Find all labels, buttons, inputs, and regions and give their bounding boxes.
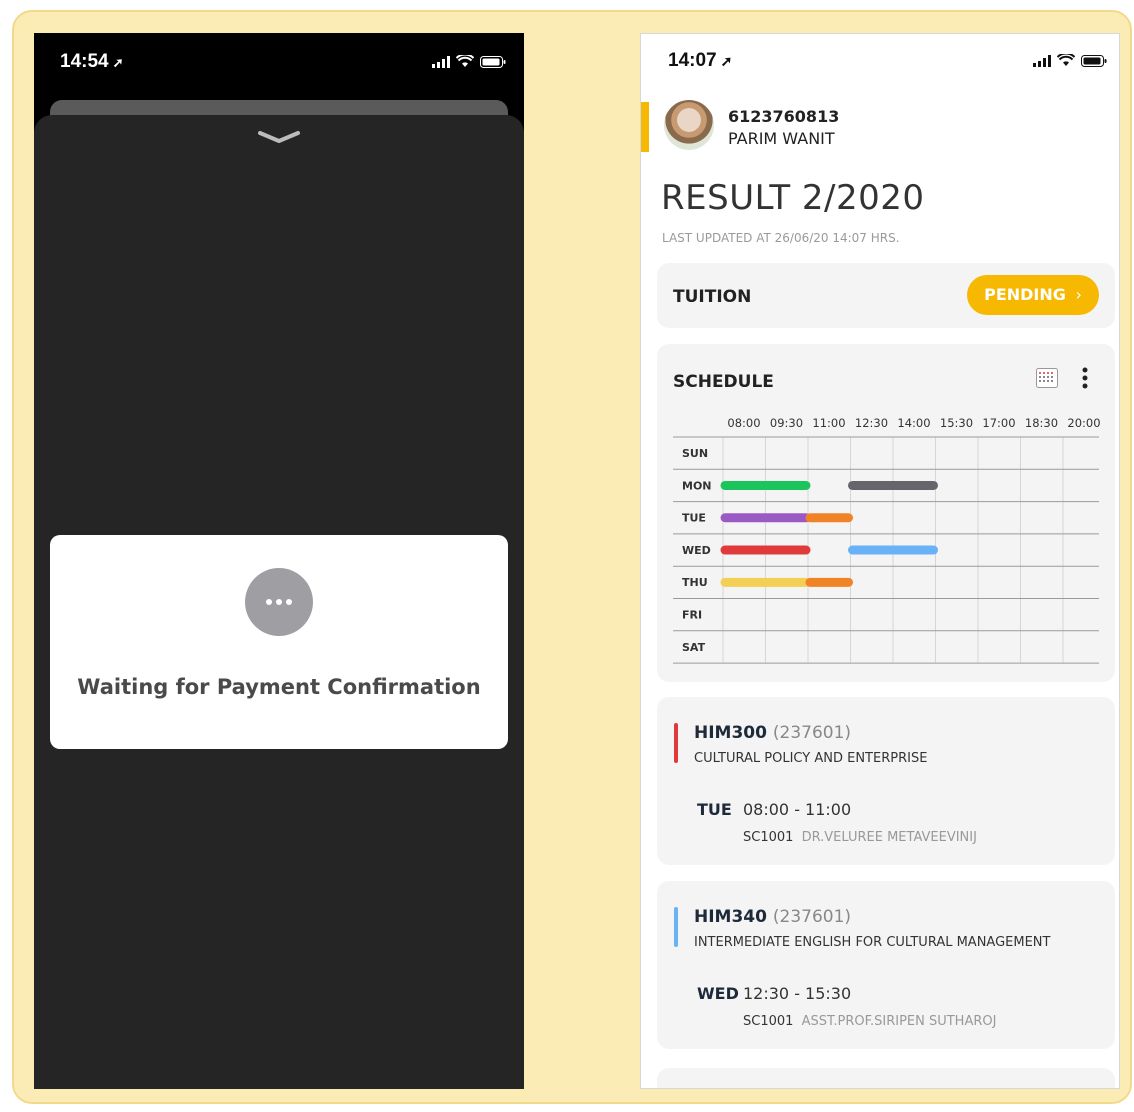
course-code-text: HIM340 <box>694 907 767 927</box>
day-label: WED <box>682 544 711 557</box>
course-code: HIM300 (237601) <box>694 723 851 743</box>
day-label: THU <box>682 576 708 589</box>
location-icon: ➚ <box>112 55 124 70</box>
battery-icon <box>480 55 506 68</box>
pending-label: PENDING <box>984 285 1066 304</box>
day-label: MON <box>682 479 712 492</box>
course-section: (237601) <box>772 907 852 927</box>
ellipsis-icon <box>245 568 313 636</box>
status-time-text: 14:54 <box>60 51 109 72</box>
last-updated: LAST UPDATED AT 26/06/20 14:07 HRS. <box>662 231 900 245</box>
time-label: 15:30 <box>940 416 973 430</box>
chevron-right-icon: › <box>1075 285 1082 304</box>
left-phone-screen: 14:54 ➚ Waiting for Payment Confirmation <box>34 33 524 1089</box>
course-time: 12:30 - 15:30 <box>743 984 852 1003</box>
modal-message: Waiting for Payment Confirmation <box>77 675 481 699</box>
course-card-partial[interactable] <box>657 1068 1115 1088</box>
time-label: 17:00 <box>982 416 1015 430</box>
time-label: 18:30 <box>1025 416 1058 430</box>
course-card[interactable]: HIM300 (237601) CULTURAL POLICY AND ENTE… <box>657 697 1115 865</box>
time-label: 11:00 <box>812 416 845 430</box>
status-time: 14:54 ➚ <box>60 51 124 73</box>
day-label: SAT <box>682 641 706 654</box>
course-color-bar <box>674 723 678 763</box>
pending-button[interactable]: PENDING › <box>967 275 1099 315</box>
signal-icon <box>432 55 450 68</box>
time-label: 12:30 <box>855 416 888 430</box>
day-label: TUE <box>682 512 706 525</box>
time-label: 09:30 <box>770 416 803 430</box>
status-time: 14:07 ➚ <box>668 50 732 72</box>
course-code: HIM340 (237601) <box>694 907 851 927</box>
course-code-text: HIM300 <box>694 723 767 743</box>
status-bar: 14:54 ➚ <box>34 33 524 93</box>
course-room: SC1001 ASST.PROF.SIRIPEN SUTHAROJ <box>743 1014 996 1029</box>
payment-sheet: Waiting for Payment Confirmation <box>34 115 524 1089</box>
room-code: SC1001 <box>743 830 794 845</box>
room-code: SC1001 <box>743 1014 794 1029</box>
status-icons <box>432 55 506 68</box>
course-name: INTERMEDIATE ENGLISH FOR CULTURAL MANAGE… <box>694 935 1051 950</box>
status-time-text: 14:07 <box>668 50 717 71</box>
wifi-icon <box>456 55 474 67</box>
tuition-card: TUITION PENDING › <box>657 263 1115 328</box>
student-id: 6123760813 <box>728 107 840 126</box>
chevron-down-icon[interactable] <box>254 129 304 145</box>
teacher-name: DR.VELUREE METAVEEVINIJ <box>801 830 977 845</box>
tuition-label: TUITION <box>673 287 752 307</box>
course-room: SC1001 DR.VELUREE METAVEEVINIJ <box>743 830 977 845</box>
course-section: (237601) <box>772 723 852 743</box>
profile-indicator <box>641 102 649 152</box>
page-title: RESULT 2/2020 <box>661 178 925 218</box>
time-label: 20:00 <box>1067 416 1100 430</box>
waiting-modal: Waiting for Payment Confirmation <box>50 535 508 749</box>
location-icon: ➚ <box>720 53 733 69</box>
schedule-card: SCHEDULE 08:00 09:30 11:00 12:30 14:00 15:30 1… <box>657 344 1115 682</box>
time-label: 14:00 <box>897 416 930 430</box>
schedule-grid: 08:00 09:30 11:00 12:30 14:00 15:30 17:00 18:30… <box>673 416 1101 664</box>
time-label: 08:00 <box>727 416 760 430</box>
course-day: WED <box>697 984 739 1003</box>
status-icons <box>1033 54 1107 67</box>
course-card[interactable]: HIM340 (237601) INTERMEDIATE ENGLISH FOR… <box>657 881 1115 1049</box>
right-phone-screen: 14:07 ➚ 6123760813 PARIM WANIT RESULT 2/2… <box>640 33 1120 1089</box>
signal-icon <box>1033 54 1051 67</box>
avatar[interactable] <box>664 100 714 150</box>
wifi-icon <box>1057 54 1075 66</box>
course-name: CULTURAL POLICY AND ENTERPRISE <box>694 751 928 766</box>
day-label: SUN <box>682 447 708 460</box>
course-color-bar <box>674 907 678 947</box>
battery-icon <box>1081 54 1107 67</box>
teacher-name: ASST.PROF.SIRIPEN SUTHAROJ <box>801 1014 997 1029</box>
course-day: TUE <box>697 800 732 819</box>
day-label: FRI <box>682 609 702 622</box>
course-time: 08:00 - 11:00 <box>743 800 852 819</box>
student-name: PARIM WANIT <box>728 129 835 148</box>
